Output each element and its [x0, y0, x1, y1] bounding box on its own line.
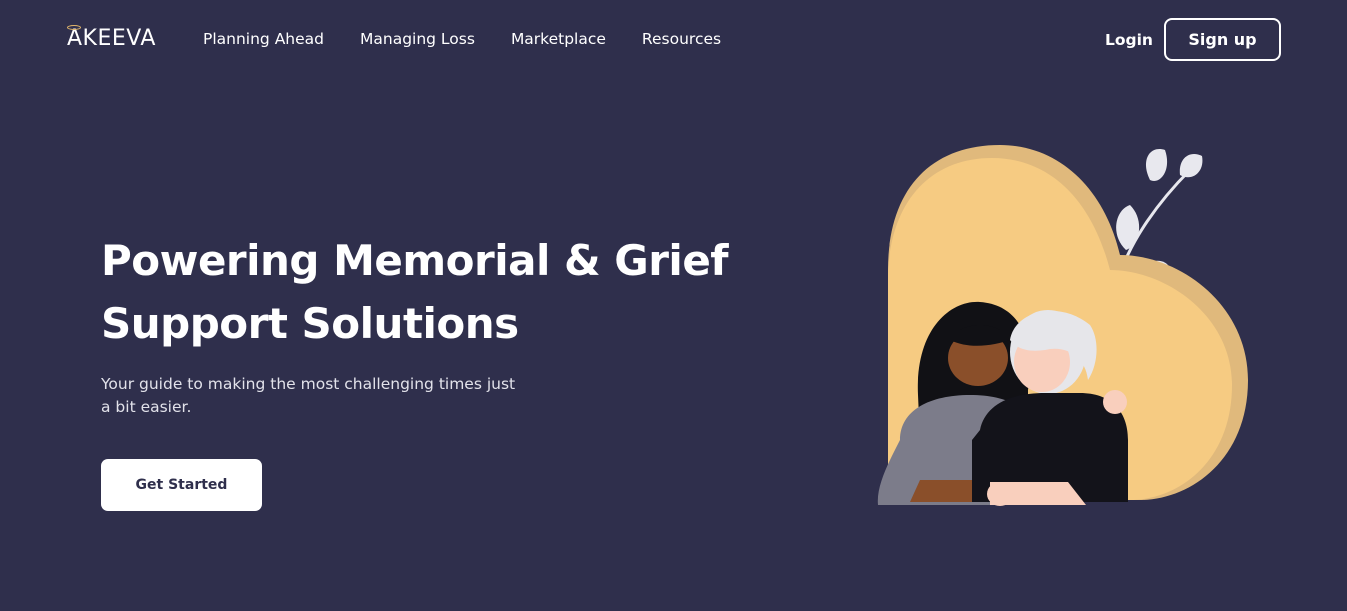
hero-subtitle: Your guide to making the most challengin… — [101, 373, 551, 419]
logo-text: AKEEVA — [67, 26, 156, 51]
get-started-button[interactable]: Get Started — [101, 459, 262, 511]
hero-title-line-2: Support Solutions — [101, 299, 519, 348]
hero-subtitle-line-2: a bit easier. — [101, 398, 192, 416]
halo-icon — [67, 25, 81, 30]
landing-page: AKEEVA Planning Ahead Managing Loss Mark… — [0, 0, 1347, 611]
nav-marketplace[interactable]: Marketplace — [511, 29, 606, 49]
heart-embrace-illustration — [877, 145, 1248, 506]
nav-planning-ahead[interactable]: Planning Ahead — [203, 29, 324, 49]
login-link[interactable]: Login — [1105, 30, 1153, 50]
nav-managing-loss[interactable]: Managing Loss — [360, 29, 475, 49]
hero-subtitle-line-1: Your guide to making the most challengin… — [101, 375, 516, 393]
nav-resources[interactable]: Resources — [642, 29, 721, 49]
main-nav: Planning Ahead Managing Loss Marketplace… — [203, 29, 757, 49]
signup-button[interactable]: Sign up — [1164, 18, 1281, 61]
hero-title: Powering Memorial & Grief Support Soluti… — [101, 229, 741, 355]
hero-title-line-1: Powering Memorial & Grief — [101, 236, 729, 285]
logo[interactable]: AKEEVA — [67, 24, 156, 52]
